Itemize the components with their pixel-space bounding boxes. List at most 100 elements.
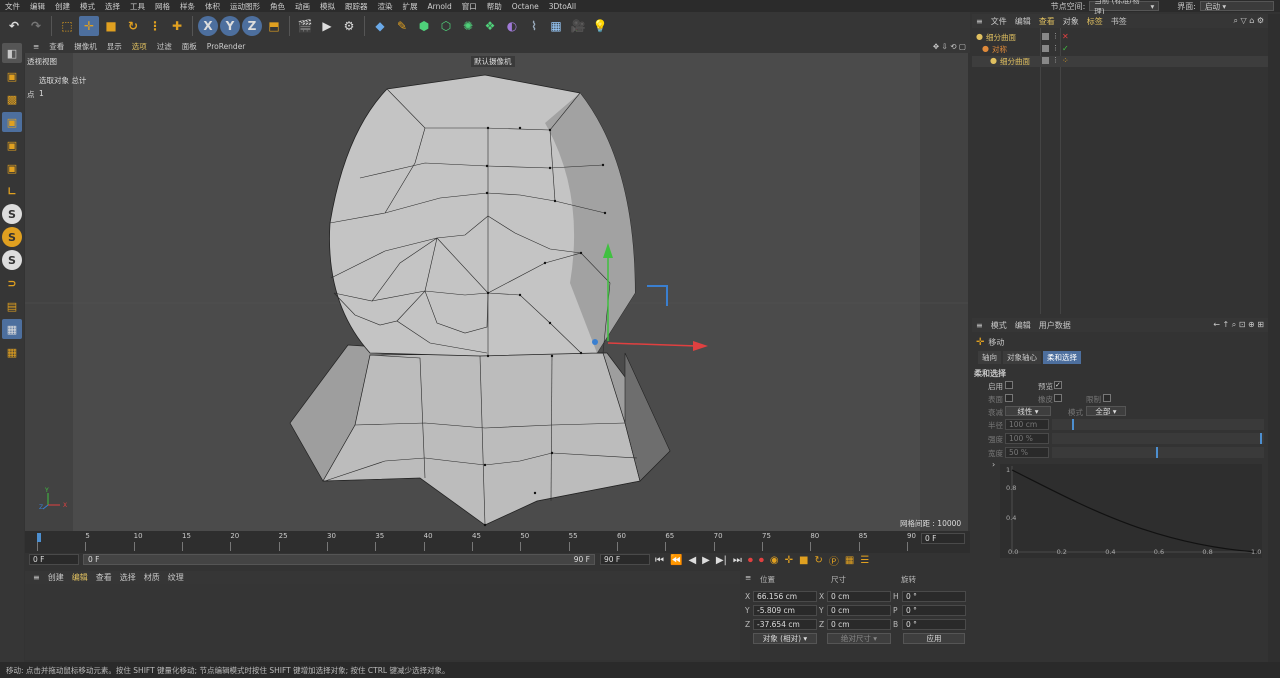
menu-item[interactable]: 样条 <box>175 1 200 12</box>
pen-icon[interactable]: ✎ <box>392 16 412 36</box>
timeline-ruler[interactable]: 051015202530354045505560657075808590 0 F <box>25 531 970 553</box>
enable-checkbox[interactable] <box>1005 381 1013 389</box>
tab-soft-selection[interactable]: 柔和选择 <box>1043 351 1081 364</box>
material-menu-material[interactable]: 材质 <box>140 572 164 583</box>
render-view-icon[interactable]: 🎬 <box>295 16 315 36</box>
menu-item[interactable]: 渲染 <box>373 1 398 12</box>
menu-item[interactable]: 动画 <box>290 1 315 12</box>
keyframe-selection-icon[interactable]: ◉ <box>770 555 779 566</box>
coords-menu-icon[interactable]: ≡ <box>745 573 751 582</box>
position-field[interactable]: -37.654 cm <box>753 619 817 630</box>
attribute-menu-icon[interactable]: ≡ <box>972 321 987 330</box>
material-menu-edit[interactable]: 编辑 <box>68 572 92 583</box>
object-name[interactable]: 细分曲面 <box>1000 56 1030 67</box>
material-menu-texture[interactable]: 纹理 <box>164 572 188 583</box>
undo-icon[interactable]: ↶ <box>4 16 24 36</box>
model-mode-icon[interactable]: ▣ <box>2 66 22 86</box>
prev-frame-icon[interactable]: ◀ <box>688 555 696 566</box>
start-frame-field[interactable]: 0 F <box>29 554 79 565</box>
axis-y-button[interactable]: Y <box>220 16 240 36</box>
object-menu-icon[interactable]: ≡ <box>972 17 987 26</box>
mode-select[interactable]: 全部 ▾ <box>1086 406 1126 416</box>
key-move-icon[interactable]: ✛ <box>785 555 793 566</box>
layer-icon[interactable] <box>1042 33 1049 40</box>
render-settings-icon[interactable]: ⚙ <box>339 16 359 36</box>
menu-item[interactable]: 模式 <box>75 1 100 12</box>
deformer-icon[interactable]: ◐ <box>502 16 522 36</box>
end-frame-field[interactable]: 90 F <box>600 554 650 565</box>
size-field[interactable]: 0 cm <box>827 591 891 602</box>
select-tool-icon[interactable]: ⬚ <box>57 16 77 36</box>
position-field[interactable]: 66.156 cm <box>753 591 817 602</box>
key-scale-icon[interactable]: ■ <box>799 555 808 566</box>
edge-mode-icon[interactable]: ▣ <box>2 135 22 155</box>
frame-range-slider[interactable]: 0 F 90 F <box>83 554 595 565</box>
record-icon[interactable]: ⏺ <box>748 555 753 566</box>
visibility-dots-icon[interactable]: ⋮ <box>1052 44 1059 52</box>
menu-item[interactable]: 体积 <box>200 1 225 12</box>
locked-workplane-icon[interactable]: ▦ <box>2 319 22 339</box>
falloff-curve-graph[interactable] <box>1000 464 1262 558</box>
tab-object-axis[interactable]: 对象轴心 <box>1003 351 1041 364</box>
rotation-field[interactable]: 0 ° <box>902 591 966 602</box>
rubber-checkbox[interactable] <box>1054 394 1062 402</box>
key-rotate-icon[interactable]: ↻ <box>815 555 823 566</box>
menu-item[interactable]: 编辑 <box>25 1 50 12</box>
mograph-icon[interactable]: ✺ <box>458 16 478 36</box>
attribute-nav-icons[interactable]: ← ↑ ⌕ ⊡ ⊕ ⊞ <box>1213 320 1268 330</box>
next-frame-icon[interactable]: ▶| <box>716 555 727 566</box>
object-menu-bookmarks[interactable]: 书签 <box>1107 16 1131 27</box>
menu-item[interactable]: 网格 <box>150 1 175 12</box>
size-field[interactable]: 0 cm <box>827 605 891 616</box>
size-field[interactable]: 0 cm <box>827 619 891 630</box>
timeline-menu-icon[interactable]: ☰ <box>860 555 869 566</box>
width-slider[interactable] <box>1052 447 1264 458</box>
viewport-menu-panel[interactable]: 面板 <box>177 41 202 52</box>
strength-slider[interactable] <box>1052 433 1264 444</box>
menu-item[interactable]: 选择 <box>100 1 125 12</box>
apply-button[interactable]: 应用 <box>903 633 965 644</box>
rotation-field[interactable]: 0 ° <box>902 619 966 630</box>
menu-item[interactable]: 工具 <box>125 1 150 12</box>
prev-key-icon[interactable]: ⏪ <box>670 555 682 566</box>
radius-field[interactable]: 100 cm <box>1005 419 1049 430</box>
solo-selection-icon[interactable]: S <box>2 250 22 270</box>
material-menu-icon[interactable]: ≡ <box>29 573 44 582</box>
layer-icon[interactable] <box>1042 45 1049 52</box>
workplane-icon[interactable]: ▤ <box>2 296 22 316</box>
menu-item[interactable]: Octane <box>507 2 544 11</box>
tag-icon[interactable]: ⁘ <box>1062 56 1069 65</box>
autokey-icon[interactable]: ⏺ <box>759 555 764 566</box>
radius-slider[interactable] <box>1052 419 1264 430</box>
playhead[interactable] <box>37 533 41 542</box>
viewport-nav-icons[interactable]: ✥ ⇩ ⟲ ▢ <box>928 42 970 51</box>
attribute-menu-mode[interactable]: 模式 <box>987 320 1011 331</box>
menu-item[interactable]: 角色 <box>265 1 290 12</box>
coordinate-system-icon[interactable]: ⬒ <box>264 16 284 36</box>
layer-icon[interactable] <box>1042 57 1049 64</box>
viewport-menu-icon[interactable]: ≡ <box>28 42 44 51</box>
camera-icon[interactable]: 🎥 <box>568 16 588 36</box>
width-field[interactable]: 50 % <box>1005 447 1049 458</box>
snap-icon[interactable]: ⊃ <box>2 273 22 293</box>
current-frame-field[interactable]: 0 F <box>921 533 965 544</box>
solo-hierarchy-icon[interactable]: S <box>2 227 22 247</box>
planar-workplane-icon[interactable]: ▦ <box>2 342 22 362</box>
axis-z-button[interactable]: Z <box>242 16 262 36</box>
expand-arrow-icon[interactable]: › <box>992 460 995 469</box>
object-manager-nav-icons[interactable]: ⌕ ▽ ⌂ ⚙ <box>1233 16 1268 26</box>
move-tool-icon[interactable]: ✛ <box>79 16 99 36</box>
tab-axis[interactable]: 轴向 <box>978 351 1001 364</box>
object-menu-file[interactable]: 文件 <box>987 16 1011 27</box>
viewport-menu-camera[interactable]: 摄像机 <box>69 41 102 52</box>
tag-icon[interactable]: ✕ <box>1062 32 1069 41</box>
transform-icon[interactable]: ✚ <box>167 16 187 36</box>
object-menu-edit[interactable]: 编辑 <box>1011 16 1035 27</box>
viewport-menu-filter[interactable]: 过滤 <box>152 41 177 52</box>
redo-icon[interactable]: ↷ <box>26 16 46 36</box>
attribute-menu-userdata[interactable]: 用户数据 <box>1035 320 1075 331</box>
viewport-menu-options[interactable]: 选项 <box>127 41 152 52</box>
menu-item[interactable]: 运动图形 <box>225 1 265 12</box>
viewport-menu-view[interactable]: 查看 <box>44 41 69 52</box>
visibility-dots-icon[interactable]: ⋮ <box>1052 32 1059 40</box>
